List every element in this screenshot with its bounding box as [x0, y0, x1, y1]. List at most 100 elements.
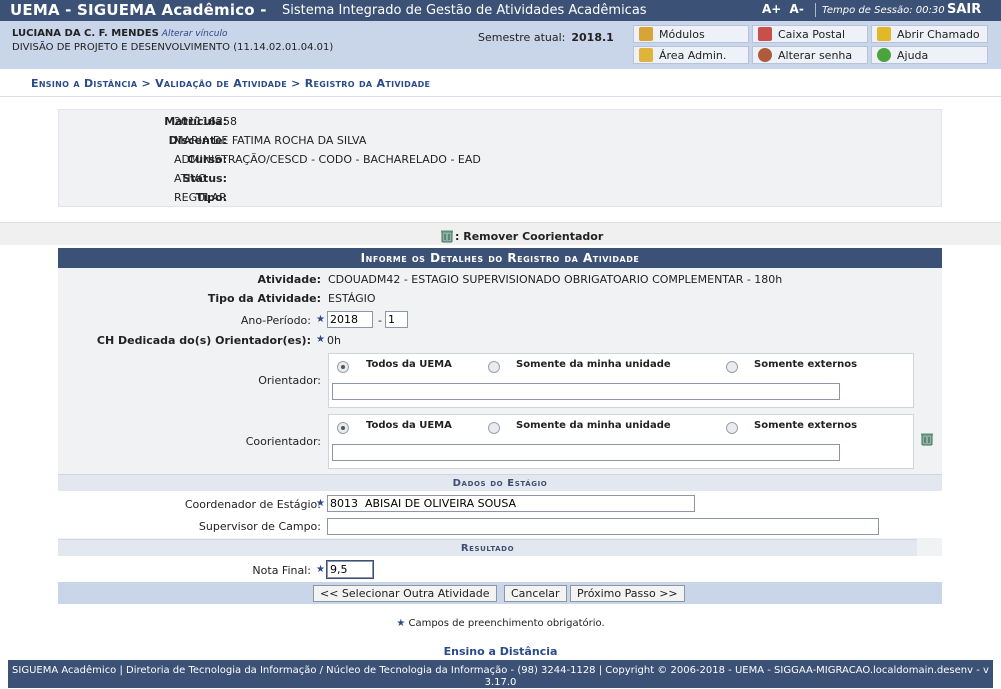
orientador-fieldset: Todos da UEMA Somente da minha unidade S…	[328, 353, 914, 408]
mailbox-button[interactable]: Caixa Postal	[752, 25, 868, 43]
footer: SIGUEMA Acadêmico | Diretoria de Tecnolo…	[8, 660, 993, 688]
font-size-controls: A+ A-	[762, 2, 808, 16]
breadcrumb: Ensino a Distância > Validação de Ativid…	[0, 69, 1001, 97]
coorientador-radio-unidade[interactable]	[488, 422, 500, 434]
atividade-label: Atividade:	[257, 273, 321, 286]
change-link-link[interactable]: Alterar vínculo	[162, 29, 228, 39]
orientador-radio-todos[interactable]	[337, 361, 349, 373]
user-division: DIVISÃO DE PROJETO E DESENVOLVIMENTO (11…	[12, 42, 334, 53]
orientador-input[interactable]	[332, 383, 840, 400]
select-other-activity-button[interactable]: << Selecionar Outra Atividade	[313, 585, 497, 602]
matricula-row: Matrícula: 201116258	[59, 112, 943, 131]
breadcrumb-text: Ensino a Distância > Validação de Ativid…	[31, 77, 431, 90]
tipo-atividade-label: Tipo da Atividade:	[207, 292, 321, 305]
app-subtitle: Sistema Integrado de Gestão de Atividade…	[282, 3, 647, 18]
session-timer: Tempo de Sessão: 00:30	[822, 5, 945, 16]
curso-row: Curso: ADMINISTRAÇÃO/CESCD - CODO - BACH…	[59, 150, 943, 169]
orientador-radio-externos-label: Somente externos	[754, 359, 858, 370]
curso-value: ADMINISTRAÇÃO/CESCD - CODO - BACHARELADO…	[174, 153, 481, 166]
resultado-caption: Resultado	[58, 539, 917, 556]
orientador-radio-unidade-label: Somente da minha unidade	[516, 359, 671, 370]
font-increase-button[interactable]: A+	[762, 2, 781, 16]
status-value: ATIVO	[174, 172, 207, 185]
atividade-value: CDOUADM42 - ESTAGIO SUPERVISIONADO OBRIG…	[328, 273, 783, 286]
change-password-label: Alterar senha	[778, 48, 853, 62]
open-ticket-label: Abrir Chamado	[897, 27, 980, 41]
ch-label: CH Dedicada do(s) Orientador(es):	[96, 334, 311, 347]
resultado-section	[58, 556, 942, 582]
activity-form: Informe os Detalhes do Registro da Ativi…	[58, 248, 942, 604]
coorientador-radio-unidade-label: Somente da minha unidade	[516, 420, 671, 431]
help-button[interactable]: Ajuda	[871, 46, 988, 64]
required-note-text: Campos de preenchimento obrigatório.	[408, 618, 605, 629]
coorientador-fieldset: Todos da UEMA Somente da minha unidade S…	[328, 414, 914, 469]
student-info-box: Matrícula: 201116258 Discente: MARIA DE …	[58, 109, 942, 207]
next-step-button[interactable]: Próximo Passo >>	[570, 585, 685, 602]
tipo-row: Tipo: REGULAR	[59, 188, 943, 207]
semester-value: 2018.1	[571, 31, 614, 44]
key-icon	[639, 48, 653, 62]
ano-periodo-label: Ano-Período:	[240, 314, 311, 327]
admin-area-label: Área Admin.	[659, 48, 727, 62]
current-semester: Semestre atual: 2018.1	[478, 31, 614, 44]
supervisor-label: Supervisor de Campo:	[198, 520, 321, 533]
periodo-input[interactable]	[385, 311, 408, 328]
form-actions: << Selecionar Outra Atividade Cancelar P…	[58, 582, 942, 604]
matricula-value: 201116258	[174, 115, 237, 128]
orientador-radio-externos[interactable]	[726, 361, 738, 373]
user-icon	[758, 48, 772, 62]
font-decrease-button[interactable]: A-	[790, 2, 804, 16]
dados-estagio-caption: Dados do Estágio	[58, 474, 942, 491]
coorientador-label: Coorientador:	[245, 435, 321, 448]
ano-periodo-dash: -	[378, 314, 382, 327]
orientador-label: Orientador:	[258, 374, 321, 387]
divider	[815, 3, 816, 17]
ano-input[interactable]	[327, 311, 373, 328]
open-ticket-button[interactable]: Abrir Chamado	[871, 25, 988, 43]
user-name: LUCIANA DA C. F. MENDES	[12, 28, 159, 39]
coordenador-input[interactable]	[327, 495, 695, 512]
coorientador-input[interactable]	[332, 444, 840, 461]
required-star-icon: ★	[316, 564, 325, 575]
discente-row: Discente: MARIA DE FATIMA ROCHA DA SILVA	[59, 131, 943, 150]
nota-input[interactable]	[326, 560, 374, 579]
change-password-button[interactable]: Alterar senha	[752, 46, 868, 64]
user-info: LUCIANA DA C. F. MENDES Alterar vínculo	[12, 28, 228, 39]
required-star-icon: ★	[316, 498, 325, 509]
tipo-value: REGULAR	[174, 191, 227, 204]
modules-button[interactable]: Módulos	[633, 25, 749, 43]
user-header: LUCIANA DA C. F. MENDES Alterar vínculo D…	[0, 21, 1001, 69]
coorientador-radio-todos[interactable]	[337, 422, 349, 434]
cancel-button[interactable]: Cancelar	[504, 585, 567, 602]
form-caption: Informe os Detalhes do Registro da Ativi…	[58, 248, 942, 268]
broom-icon	[877, 27, 891, 41]
logout-button[interactable]: SAIR	[947, 2, 981, 17]
nota-label: Nota Final:	[252, 564, 311, 577]
remove-coorientador-icon[interactable]	[920, 432, 934, 446]
trash-icon	[441, 230, 453, 243]
help-icon	[877, 48, 891, 62]
orientador-radio-todos-label: Todos da UEMA	[366, 359, 452, 370]
remove-coorientador-row: : Remover Coorientador	[440, 229, 603, 243]
required-star-icon: ★	[396, 618, 406, 629]
remove-coorientador-label: : Remover Coorientador	[455, 229, 604, 243]
top-bar: UEMA - SIGUEMA Acadêmico - Sistema Integ…	[0, 0, 1001, 21]
modules-icon	[639, 27, 653, 41]
coorientador-radio-externos-label: Somente externos	[754, 420, 858, 431]
tipo-atividade-value: ESTÁGIO	[328, 292, 376, 305]
status-row: Status: ATIVO	[59, 169, 943, 188]
mailbox-icon	[758, 27, 772, 41]
coorientador-radio-todos-label: Todos da UEMA	[366, 420, 452, 431]
discente-value: MARIA DE FATIMA ROCHA DA SILVA	[174, 134, 367, 147]
modules-label: Módulos	[659, 27, 705, 41]
coorientador-radio-externos[interactable]	[726, 422, 738, 434]
coordenador-label: Coordenador de Estágio:	[184, 498, 321, 511]
orientador-radio-unidade[interactable]	[488, 361, 500, 373]
semester-label: Semestre atual:	[478, 31, 566, 44]
required-star-icon: ★	[316, 334, 325, 345]
supervisor-input[interactable]	[327, 518, 879, 535]
back-to-ead-link[interactable]: Ensino a Distância	[0, 645, 1001, 658]
help-label: Ajuda	[897, 48, 929, 62]
admin-area-button[interactable]: Área Admin.	[633, 46, 749, 64]
remove-coorientador-legend: : Remover Coorientador	[0, 222, 1001, 245]
